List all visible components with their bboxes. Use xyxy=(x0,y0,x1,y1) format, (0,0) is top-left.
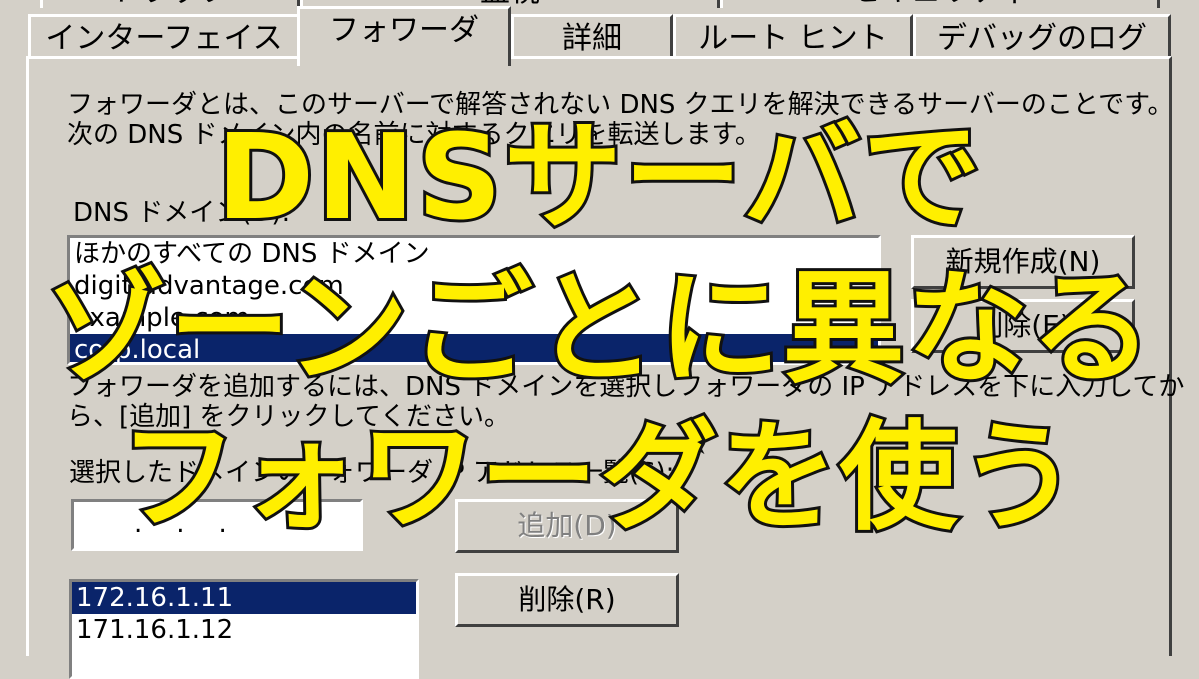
tab-forwarders[interactable]: フォワーダ xyxy=(297,6,511,66)
headline-line3: フォワーダを使う xyxy=(116,408,1080,546)
tab-debug-logging[interactable]: デバッグのログ xyxy=(913,14,1171,62)
list-item[interactable]: 172.16.1.11 xyxy=(72,582,416,614)
list-item[interactable]: 171.16.1.12 xyxy=(72,614,416,646)
tab-row-top: トラップ 監視 セキュリティ xyxy=(0,0,1199,8)
tab-row-main: インターフェイス フォワーダ 詳細 ルート ヒント デバッグのログ xyxy=(0,6,1199,66)
tab-advanced[interactable]: 詳細 xyxy=(511,14,673,62)
tab-root-hints[interactable]: ルート ヒント xyxy=(673,14,913,62)
tab-security[interactable]: セキュリティ xyxy=(720,0,1160,8)
headline-line1: DNSサーバで xyxy=(213,108,984,246)
remove-ip-button[interactable]: 削除(R) xyxy=(455,573,679,627)
headline-line2: ゾーンごとに異なる xyxy=(42,258,1156,400)
forwarder-ip-list[interactable]: 172.16.1.11 171.16.1.12 xyxy=(69,579,419,679)
tab-interface[interactable]: インターフェイス xyxy=(28,14,300,62)
tab-trap[interactable]: トラップ xyxy=(40,0,300,8)
